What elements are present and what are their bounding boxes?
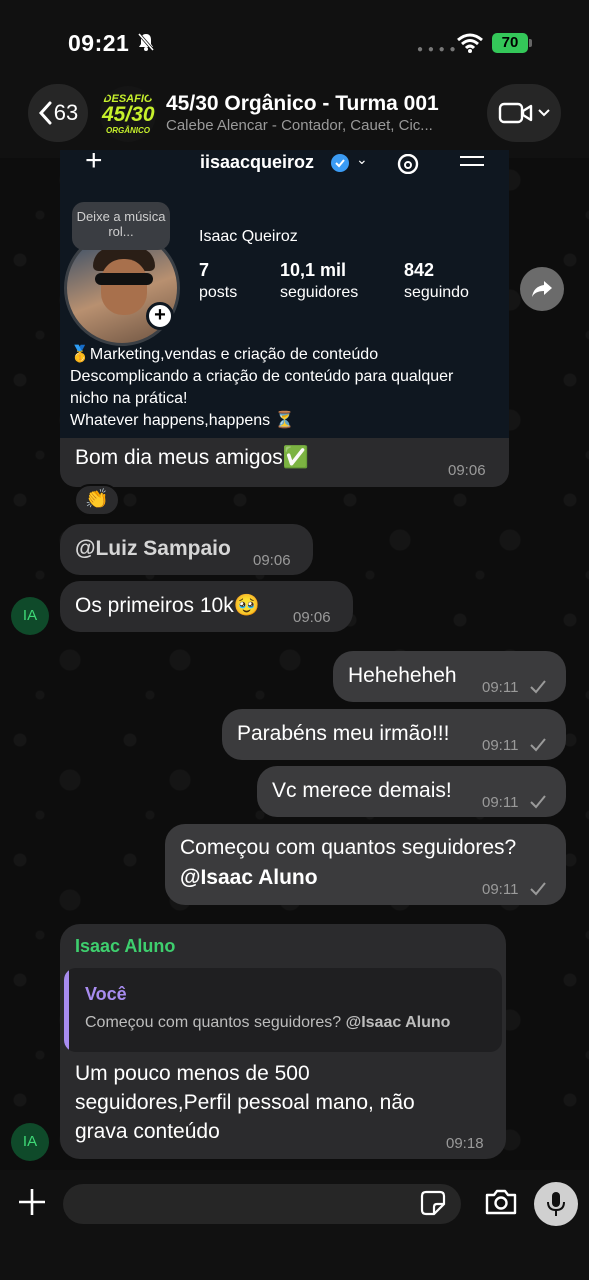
message-input[interactable] [63, 1184, 461, 1224]
quoted-message[interactable]: Você Começou com quantos seguidores? @Is… [64, 968, 502, 1052]
status-bar: 09:21 ● ● ● ● 70 [0, 0, 589, 78]
group-members[interactable]: Calebe Alencar - Contador, Cauet, Cic... [166, 117, 433, 134]
sender-avatar[interactable]: IA [11, 1123, 49, 1161]
video-call-button[interactable] [487, 84, 561, 142]
group-title[interactable]: 45/30 Orgânico - Turma 001 [166, 92, 439, 116]
message-text: Começou com quantos seguidores? [180, 836, 517, 859]
image-caption: Bom dia meus amigos✅ [75, 446, 309, 469]
posts-label: posts [199, 284, 238, 301]
plus-icon: + [85, 150, 103, 177]
following-count: 842 [404, 260, 435, 280]
message-time: 09:11 [482, 881, 519, 898]
forward-button[interactable] [520, 267, 564, 311]
sticker-icon[interactable] [420, 1190, 446, 1221]
video-camera-icon [498, 102, 533, 124]
cellular-signal-icon: ● ● ● ● [417, 44, 457, 55]
posts-count: 7 [199, 260, 210, 280]
add-story-icon: + [146, 302, 174, 330]
message-text-line: grava conteúdo [75, 1120, 220, 1143]
message-time: 09:11 [482, 794, 519, 811]
status-time: 09:21 [68, 30, 130, 56]
message-text: Os primeiros 10k🥹 [75, 594, 260, 617]
instagram-profile-screenshot[interactable]: + iisaacqueiroz ⌄ Deixe a música rol... … [60, 150, 509, 438]
group-avatar[interactable]: DESAFIO 45/30 ORGÂNICO [100, 86, 156, 142]
quote-text: Começou com quantos seguidores? @Isaac A… [85, 1014, 451, 1031]
message-time: 09:18 [446, 1135, 484, 1152]
profile-note: Deixe a música rol... [72, 202, 170, 250]
plus-icon [19, 1189, 45, 1215]
followers-label: seguidores [280, 284, 359, 301]
back-button[interactable]: 63 [28, 84, 88, 142]
message-text: @Luiz Sampaio [75, 537, 231, 560]
message-bubble-outgoing[interactable]: Começou com quantos seguidores? @Isaac A… [165, 824, 566, 905]
message-bubble-outgoing[interactable]: Parabéns meu irmão!!! 09:11 [222, 709, 566, 760]
ig-bio: 🥇Marketing,vendas e criação de conteúdo … [70, 346, 454, 429]
wifi-icon [457, 33, 483, 58]
message-text-line: seguidores,Perfil pessoal mano, não [75, 1091, 415, 1114]
sent-check-icon [530, 795, 546, 809]
voice-record-button[interactable] [534, 1182, 578, 1226]
quote-accent-bar [64, 968, 69, 1052]
message-text-line: Um pouco menos de 500 [75, 1062, 310, 1085]
forward-arrow-icon [532, 281, 552, 297]
battery-indicator: 70 [492, 33, 528, 53]
chevron-down-icon [538, 109, 550, 117]
sent-check-icon [530, 882, 546, 896]
composer-bar [0, 1170, 589, 1280]
message-bubble-incoming[interactable]: Os primeiros 10k🥹 09:06 [60, 581, 353, 632]
message-time: 09:06 [448, 462, 486, 479]
image-message[interactable]: + iisaacqueiroz ⌄ Deixe a música rol... … [60, 150, 509, 487]
camera-icon[interactable] [484, 1188, 518, 1221]
bell-muted-icon [136, 32, 156, 57]
message-time: 09:11 [482, 737, 519, 754]
menu-icon [460, 156, 484, 172]
message-bubble-outgoing[interactable]: Heheheheh 09:11 [333, 651, 566, 702]
verified-badge-icon [330, 153, 350, 178]
message-mention[interactable]: @Isaac Aluno [180, 866, 318, 890]
message-text: Vc merece demais! [272, 779, 452, 802]
message-bubble-outgoing[interactable]: Vc merece demais! 09:11 [257, 766, 566, 817]
reaction-badge[interactable]: 👏 [74, 484, 120, 516]
message-time: 09:11 [482, 679, 519, 696]
battery-tip [529, 39, 532, 47]
message-time: 09:06 [253, 552, 291, 569]
sender-avatar[interactable]: IA [11, 597, 49, 635]
message-time: 09:06 [293, 609, 331, 626]
quote-author: Você [85, 984, 127, 1004]
unread-count: 63 [53, 100, 79, 125]
sender-name[interactable]: Isaac Aluno [75, 936, 175, 957]
sent-check-icon [530, 680, 546, 694]
chevron-down-icon: ⌄ [356, 151, 368, 167]
ig-display-name: Isaac Queiroz [199, 228, 298, 245]
chevron-left-icon [38, 101, 52, 125]
attach-button[interactable] [16, 1186, 48, 1218]
following-label: seguindo [404, 284, 469, 301]
threads-icon [396, 153, 420, 179]
message-text: Parabéns meu irmão!!! [237, 722, 450, 745]
followers-count: 10,1 mil [280, 260, 347, 280]
group-avatar-logo: DESAFIO 45/30 ORGÂNICO [102, 93, 155, 136]
message-bubble-incoming[interactable]: Isaac Aluno Você Começou com quantos seg… [60, 924, 506, 1159]
sent-check-icon [530, 738, 546, 752]
microphone-icon [547, 1192, 565, 1216]
message-bubble-incoming[interactable]: @Luiz Sampaio 09:06 [60, 524, 313, 575]
chat-header: 63 DESAFIO 45/30 ORGÂNICO 45/30 Orgânico… [0, 78, 589, 158]
ig-username: iisaacqueiroz [200, 152, 315, 172]
message-text: Heheheheh [348, 664, 457, 687]
